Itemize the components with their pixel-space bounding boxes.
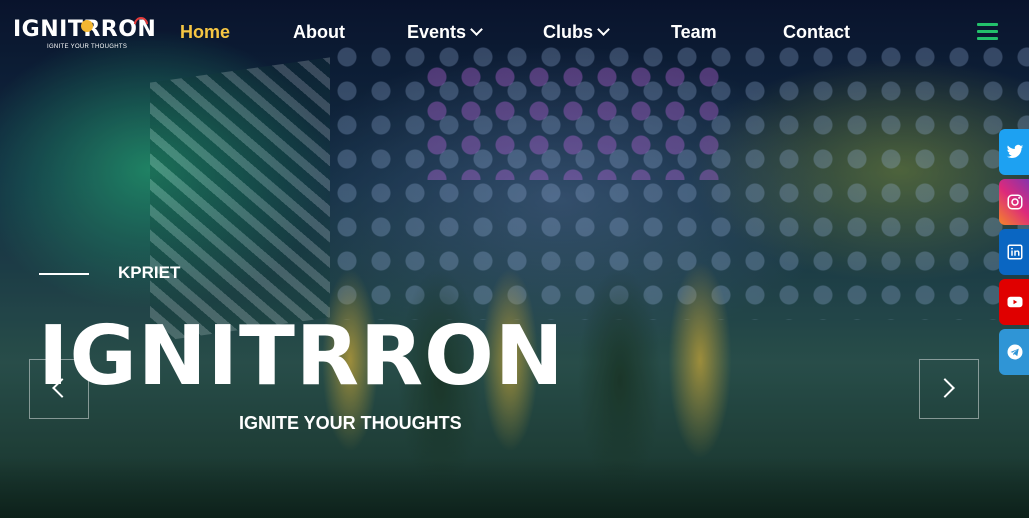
telegram-link[interactable] (999, 329, 1029, 375)
nav-item-contact[interactable]: Contact (783, 22, 850, 43)
telegram-icon (1007, 344, 1023, 360)
hero-background (0, 0, 1029, 518)
logo-bulb-icon (81, 20, 93, 32)
youtube-icon (1007, 296, 1023, 308)
carousel-next-button[interactable] (919, 359, 979, 419)
linkedin-link[interactable] (999, 229, 1029, 275)
instagram-link[interactable] (999, 179, 1029, 225)
linkedin-icon (1007, 244, 1023, 260)
chevron-right-icon (935, 378, 955, 398)
twitter-icon (1006, 144, 1024, 159)
youtube-link[interactable] (999, 279, 1029, 325)
nav-item-team[interactable]: Team (671, 22, 717, 43)
hero-eyebrow: KPRIET (118, 263, 181, 282)
hero-title: IGNITRRON (38, 309, 565, 404)
logo[interactable]: IGNITRRON IGNITE YOUR THOUGHTS (11, 14, 156, 53)
hamburger-icon[interactable] (977, 23, 998, 41)
header: IGNITRRON IGNITE YOUR THOUGHTS Home Abou… (0, 0, 1029, 68)
instagram-icon (1007, 194, 1023, 210)
nav-item-events[interactable]: Events (407, 22, 483, 43)
nav-item-about[interactable]: About (293, 22, 345, 43)
nav-item-clubs[interactable]: Clubs (543, 22, 610, 43)
hero-tagline: IGNITE YOUR THOUGHTS (239, 413, 462, 433)
eyebrow-divider (39, 273, 89, 275)
carousel-prev-button[interactable] (29, 359, 89, 419)
nav-item-home[interactable]: Home (180, 22, 230, 43)
logo-tagline: IGNITE YOUR THOUGHTS (47, 44, 128, 50)
chevron-down-icon (470, 23, 483, 36)
twitter-link[interactable] (999, 129, 1029, 175)
social-sidebar (999, 129, 1029, 379)
chevron-left-icon (52, 378, 72, 398)
chevron-down-icon (597, 23, 610, 36)
